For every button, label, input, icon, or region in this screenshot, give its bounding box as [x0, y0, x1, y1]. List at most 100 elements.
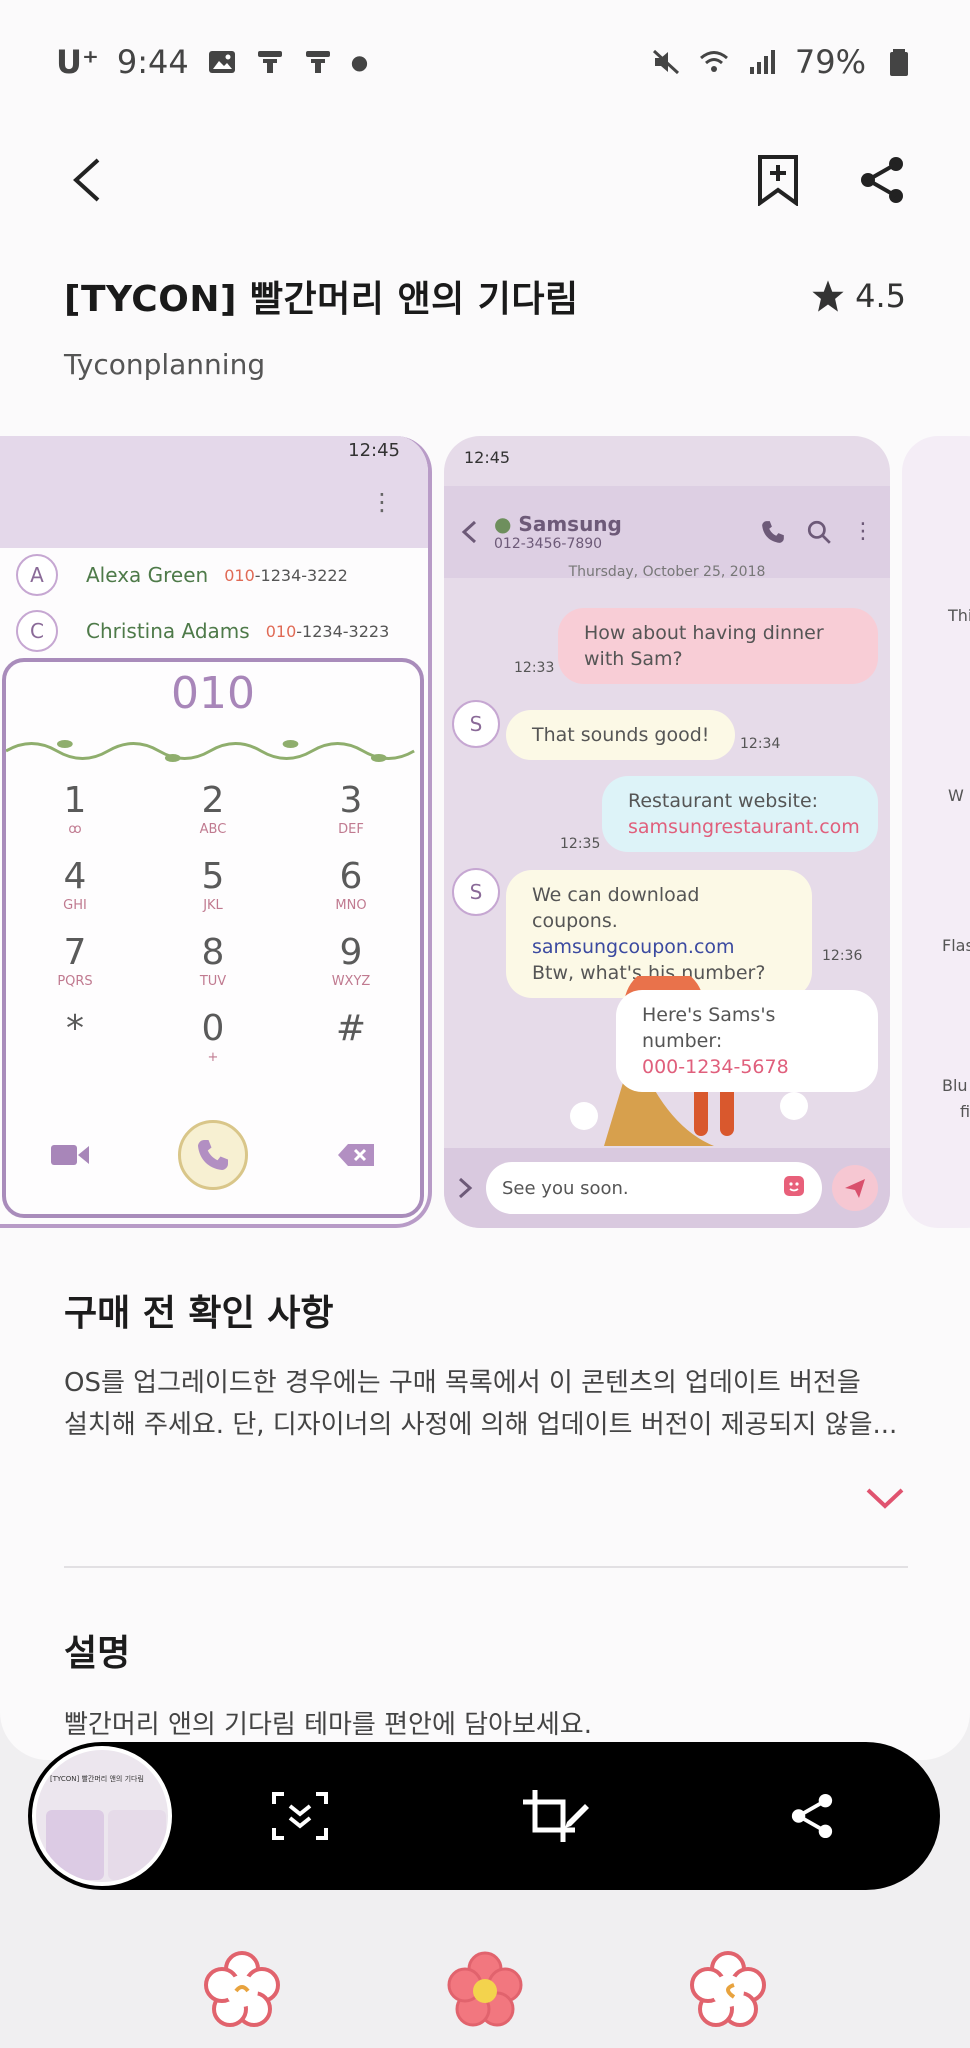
message-time: 12:34: [740, 736, 781, 752]
expand-chevron-icon[interactable]: [862, 1480, 908, 1516]
call-icon: [178, 1120, 248, 1190]
contact-number: 010-1234-3223: [266, 622, 390, 641]
dialpad: 010 1ꝏ 2 ABC 3 DEF 4 GHI 5 JKL 6 MNO 7 PQRS 8T…: [2, 658, 424, 1218]
dial-key: 1ꝏ: [6, 780, 144, 838]
number-highlight: 010: [224, 565, 255, 585]
message-time: 12:35: [560, 836, 601, 852]
conversation-title: ● Samsung 012-3456-7890: [494, 512, 622, 552]
dial-key: #: [282, 1008, 420, 1066]
wifi-icon: [699, 51, 728, 72]
message-link: samsungrestaurant.com: [628, 816, 860, 838]
key-digit: 3: [339, 780, 363, 821]
share-icon: [791, 1793, 833, 1839]
contact-row: C Christina Adams 010-1234-3223: [16, 610, 389, 652]
more-icon: ⋮: [370, 488, 394, 516]
key-letters: WXYZ: [331, 974, 371, 989]
dial-key: 3 DEF: [282, 780, 420, 838]
contacts-header: 12:45 ⋮: [0, 436, 428, 548]
purchase-notice-line: 설치해 주세요. 단, 디자이너의 사정에 의해 업데이트 버전이 제공되지 않…: [64, 1410, 898, 1440]
bookmark-button[interactable]: [746, 148, 810, 212]
dial-keys: 1ꝏ 2 ABC 3 DEF 4 GHI 5 JKL 6 MNO 7 PQRS 8 TUV 9…: [6, 780, 420, 1066]
more-notifications-dot-icon: ●: [350, 50, 369, 74]
divider: [64, 1566, 908, 1568]
dial-key: 5 JKL: [144, 856, 282, 914]
preview-card-dialer[interactable]: 12:45 ⋮ A Alexa Green 010-1234-3222 C Ch…: [0, 436, 432, 1228]
search-icon: [807, 520, 831, 544]
number-highlight: 010: [265, 621, 297, 641]
description-text: 빨간머리 앤의 기다림 테마를 편안에 담아보세요.: [64, 1710, 592, 1740]
back-flower-icon[interactable]: [688, 1949, 768, 2029]
message-time: 12:33: [514, 660, 555, 676]
message-time: 12:36: [822, 948, 863, 964]
sticker-icon: [782, 1174, 806, 1203]
number-rest: -1234-3222: [254, 565, 348, 585]
rating-value: 4.5: [855, 277, 906, 315]
dial-key: 9 WXYZ: [282, 932, 420, 990]
dial-key: 8 TUV: [144, 932, 282, 990]
carrier-label: U⁺: [56, 43, 99, 81]
share-screenshot-button[interactable]: [684, 1742, 940, 1890]
crop-edit-button[interactable]: [428, 1742, 684, 1890]
purchase-notice-heading: 구매 전 확인 사항: [64, 1293, 334, 1334]
navigation-bar: [0, 1930, 970, 2048]
key-letters: DEF: [338, 822, 364, 837]
dial-display: 010: [171, 668, 255, 719]
screenshot-thumbnail[interactable]: [TYCON] 빨간머리 앤의 기다림: [32, 1746, 172, 1886]
preview-status-bar: 12:45: [464, 448, 870, 467]
thumbnail-preview: [108, 1810, 166, 1880]
scroll-capture-button[interactable]: [172, 1742, 428, 1890]
contact-number: 012-3456-7890: [494, 536, 603, 552]
key-digit: 6: [339, 856, 363, 897]
more-icon: ⋮: [852, 519, 874, 544]
developer-link[interactable]: Tyconplanning: [64, 348, 265, 381]
message-bubble: Here's Sams's number: 000-1234-5678: [616, 990, 878, 1092]
notification-icon: [257, 51, 282, 73]
battery-percent: 79%: [794, 43, 866, 81]
key-letters: GHI: [63, 898, 87, 913]
message-bubble: That sounds good!: [506, 710, 736, 760]
key-letters: +: [207, 1050, 219, 1065]
avatar: S: [452, 700, 500, 748]
avatar: C: [16, 610, 58, 652]
home-flower-icon[interactable]: [445, 1949, 525, 2029]
back-button[interactable]: [56, 148, 120, 212]
clock: 9:44: [116, 43, 189, 81]
back-arrow-icon: [461, 520, 477, 544]
message-text: Here's Sams's number:: [642, 1004, 776, 1052]
key-digit: 0: [201, 1008, 225, 1049]
dial-key: 2 ABC: [144, 780, 282, 838]
message-bubble: Restaurant website: samsungrestaurant.co…: [602, 776, 878, 852]
preview-card-settings[interactable]: Thi W Flas Blu fi: [902, 436, 970, 1228]
dial-key: 6 MNO: [282, 856, 420, 914]
key-letters: PQRS: [57, 974, 93, 989]
contact-name: Alexa Green: [86, 563, 209, 587]
key-digit: 7: [63, 932, 87, 973]
preview-carousel[interactable]: 12:45 ⋮ A Alexa Green 010-1234-3222 C Ch…: [0, 436, 970, 1228]
avatar: A: [16, 554, 58, 596]
expand-chevron-icon: [458, 1177, 473, 1199]
key-letters: TUV: [199, 974, 227, 989]
back-arrow-icon: [73, 158, 100, 202]
message-link: samsungcoupon.com: [532, 936, 735, 958]
contact-row: A Alexa Green 010-1234-3222: [16, 554, 348, 596]
send-icon: [832, 1165, 878, 1211]
title-row: [TYCON] 빨간머리 앤의 기다림 4.5: [64, 270, 906, 322]
message-text: We can download coupons.: [532, 884, 700, 932]
crop-edit-icon: [523, 1790, 589, 1842]
preview-clock: 12:45: [464, 448, 511, 467]
key-letters: MNO: [335, 898, 367, 913]
key-letters: ABC: [199, 822, 227, 837]
key-letters: ꝏ: [68, 822, 82, 837]
key-digit: #: [335, 1008, 367, 1049]
preview-fragment: W: [948, 786, 964, 805]
preview-card-messages[interactable]: 12:45 ● Samsung 012-3456-7890 ⋮ Thursday…: [444, 436, 890, 1228]
gallery-icon: [208, 51, 235, 73]
recent-apps-flower-icon[interactable]: [202, 1949, 282, 2029]
key-letters: [6, 1050, 144, 1066]
preview-fragment: Flas: [942, 936, 970, 955]
key-letters: [282, 1050, 420, 1066]
star-icon: [812, 280, 844, 312]
share-button[interactable]: [850, 148, 914, 212]
message-text: Restaurant website:: [628, 790, 819, 812]
key-digit: 5: [201, 856, 225, 897]
